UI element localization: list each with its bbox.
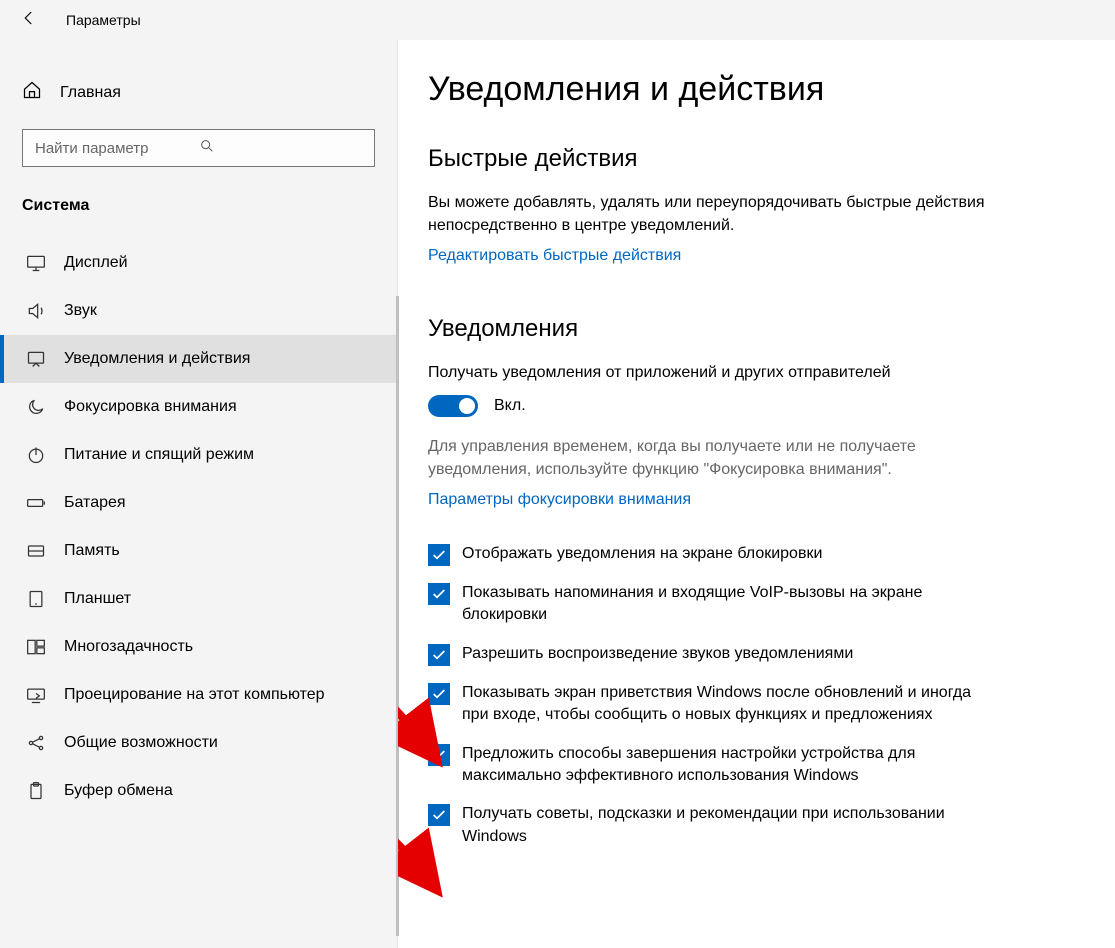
sidebar-item-shared[interactable]: Общие возможности	[0, 719, 397, 767]
sidebar-item-label: Батарея	[64, 494, 126, 512]
checkbox-1[interactable]	[428, 583, 450, 605]
checkbox-row-2: Разрешить воспроизведение звуков уведомл…	[428, 643, 988, 666]
titlebar: Параметры	[0, 0, 1115, 40]
multitask-icon	[26, 637, 46, 657]
quick-actions-desc: Вы можете добавлять, удалять или переупо…	[428, 191, 998, 237]
sidebar-item-label: Звук	[64, 302, 97, 320]
sidebar-item-label: Проецирование на этот компьютер	[64, 686, 325, 704]
sidebar-item-storage[interactable]: Память	[0, 527, 397, 575]
sidebar-item-label: Уведомления и действия	[64, 350, 250, 368]
sidebar-item-notify[interactable]: Уведомления и действия	[0, 335, 397, 383]
clipboard-icon	[26, 781, 46, 801]
sidebar-item-power[interactable]: Питание и спящий режим	[0, 431, 397, 479]
checkbox-row-3: Показывать экран приветствия Windows пос…	[428, 682, 988, 727]
power-icon	[26, 445, 46, 465]
checkbox-row-4: Предложить способы завершения настройки …	[428, 743, 988, 788]
sidebar-item-clipboard[interactable]: Буфер обмена	[0, 767, 397, 815]
sidebar: Главная Найти параметр Система Дисплей Зв…	[0, 40, 398, 948]
sidebar-item-label: Питание и спящий режим	[64, 446, 254, 464]
search-placeholder: Найти параметр	[35, 140, 199, 157]
sidebar-item-moon[interactable]: Фокусировка внимания	[0, 383, 397, 431]
checkbox-label-3: Показывать экран приветствия Windows пос…	[462, 682, 988, 727]
quick-actions-heading: Быстрые действия	[428, 145, 1075, 173]
checkbox-label-5: Получать советы, подсказки и рекомендаци…	[462, 803, 988, 848]
checkbox-4[interactable]	[428, 744, 450, 766]
checkbox-5[interactable]	[428, 804, 450, 826]
checkbox-3[interactable]	[428, 683, 450, 705]
notify-icon	[26, 349, 46, 369]
checkbox-row-1: Показывать напоминания и входящие VoIP-в…	[428, 582, 988, 627]
storage-icon	[26, 541, 46, 561]
checkbox-label-1: Показывать напоминания и входящие VoIP-в…	[462, 582, 988, 627]
sidebar-group-title: Система	[0, 187, 397, 239]
checkbox-label-4: Предложить способы завершения настройки …	[462, 743, 988, 788]
content: Уведомления и действия Быстрые действия …	[398, 40, 1115, 948]
checkbox-label-0: Отображать уведомления на экране блокиро…	[462, 543, 822, 565]
search-input[interactable]: Найти параметр	[22, 129, 375, 167]
checkbox-row-5: Получать советы, подсказки и рекомендаци…	[428, 803, 988, 848]
sidebar-item-battery[interactable]: Батарея	[0, 479, 397, 527]
page-title: Уведомления и действия	[428, 70, 1075, 109]
tablet-icon	[26, 589, 46, 609]
window-title: Параметры	[66, 12, 141, 28]
sidebar-item-multitask[interactable]: Многозадачность	[0, 623, 397, 671]
battery-icon	[26, 493, 46, 513]
sidebar-item-label: Многозадачность	[64, 638, 193, 656]
shared-icon	[26, 733, 46, 753]
search-icon	[199, 138, 363, 158]
sidebar-item-label: Фокусировка внимания	[64, 398, 237, 416]
sound-icon	[26, 301, 46, 321]
sidebar-home[interactable]: Главная	[0, 70, 397, 115]
sidebar-home-label: Главная	[60, 84, 121, 102]
edit-quick-actions-link[interactable]: Редактировать быстрые действия	[428, 247, 1075, 265]
notif-source-label: Получать уведомления от приложений и дру…	[428, 361, 998, 384]
focus-assist-link[interactable]: Параметры фокусировки внимания	[428, 491, 1075, 509]
sidebar-item-label: Память	[64, 542, 120, 560]
project-icon	[26, 685, 46, 705]
sidebar-item-project[interactable]: Проецирование на этот компьютер	[0, 671, 397, 719]
notifications-heading: Уведомления	[428, 315, 1075, 343]
moon-icon	[26, 397, 46, 417]
home-icon	[22, 80, 42, 105]
sidebar-item-label: Дисплей	[64, 254, 128, 272]
display-icon	[26, 253, 46, 273]
checkbox-row-0: Отображать уведомления на экране блокиро…	[428, 543, 988, 566]
checkbox-0[interactable]	[428, 544, 450, 566]
checkbox-label-2: Разрешить воспроизведение звуков уведомл…	[462, 643, 853, 665]
back-icon[interactable]	[20, 9, 38, 31]
sidebar-item-label: Общие возможности	[64, 734, 218, 752]
focus-assist-desc: Для управления временем, когда вы получа…	[428, 435, 998, 481]
sidebar-item-label: Буфер обмена	[64, 782, 173, 800]
checkbox-2[interactable]	[428, 644, 450, 666]
sidebar-item-display[interactable]: Дисплей	[0, 239, 397, 287]
sidebar-item-sound[interactable]: Звук	[0, 287, 397, 335]
notifications-toggle[interactable]	[428, 395, 478, 417]
sidebar-item-tablet[interactable]: Планшет	[0, 575, 397, 623]
toggle-state-label: Вкл.	[494, 397, 526, 415]
sidebar-item-label: Планшет	[64, 590, 131, 608]
